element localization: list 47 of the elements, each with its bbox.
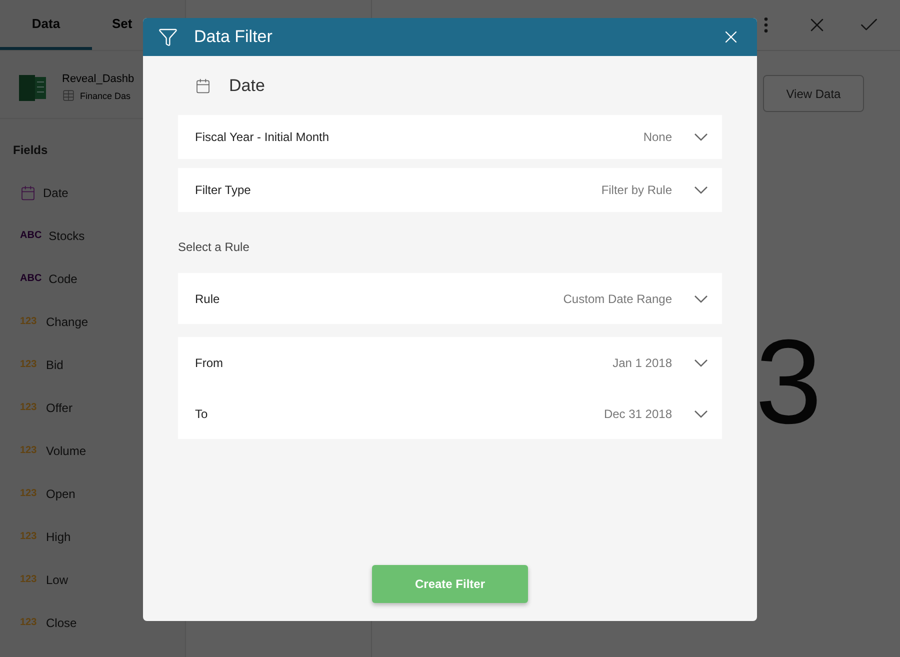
big-value: 3 xyxy=(755,322,822,442)
field-item[interactable]: Change xyxy=(46,314,88,328)
table-icon xyxy=(62,89,75,102)
field-item[interactable]: Close xyxy=(46,616,77,630)
dropdown-row[interactable]: Filter Type Filter by Rule xyxy=(178,168,722,212)
type-label: 123 xyxy=(20,359,38,370)
field-item[interactable]: Volume xyxy=(46,444,86,458)
chevron-down-icon xyxy=(694,410,708,418)
chevron-down-icon xyxy=(694,358,708,366)
calendar-icon xyxy=(20,184,36,200)
fields-heading: Fields xyxy=(12,142,49,159)
source-name: Reveal_Dashb xyxy=(62,73,134,85)
type-label: 123 xyxy=(20,445,38,456)
field-item[interactable]: High xyxy=(46,530,71,544)
field-item[interactable]: Offer xyxy=(46,400,72,414)
type-label: ABC xyxy=(20,230,42,241)
type-label: ABC xyxy=(20,273,42,284)
create-filter-button[interactable]: Create Filter xyxy=(372,565,528,603)
type-label: 123 xyxy=(20,617,38,628)
type-label: 123 xyxy=(20,531,38,542)
dropdown-row[interactable]: To Dec 31 2018 xyxy=(178,388,722,439)
field-item[interactable]: Stocks xyxy=(48,228,85,242)
sheet-name: Finance Das xyxy=(80,90,131,100)
dropdown-row[interactable]: Fiscal Year - Initial Month None xyxy=(178,115,722,159)
dropdown-row[interactable]: Rule Custom Date Range xyxy=(178,273,722,324)
field-item[interactable]: Date xyxy=(43,186,68,200)
type-label: 123 xyxy=(20,316,38,327)
chevron-down-icon xyxy=(694,133,708,141)
view-data-button[interactable]: View Data xyxy=(763,75,864,112)
rule-heading: Select a Rule xyxy=(178,239,250,256)
dialog-title: Data Filter xyxy=(194,27,274,47)
tab[interactable]: Data xyxy=(0,0,92,50)
spreadsheet-icon xyxy=(18,74,48,102)
section-title: Date xyxy=(229,76,265,96)
type-label: 123 xyxy=(20,402,38,413)
dropdown-row[interactable]: From Jan 1 2018 xyxy=(178,337,722,388)
type-label: 123 xyxy=(20,574,38,585)
filter-icon xyxy=(158,27,178,47)
chevron-down-icon xyxy=(694,186,708,194)
calendar-icon xyxy=(195,78,211,94)
field-item[interactable]: Low xyxy=(46,572,68,586)
field-item[interactable]: Open xyxy=(46,486,76,500)
field-item[interactable]: Code xyxy=(48,272,78,286)
type-label: 123 xyxy=(20,488,38,499)
chevron-down-icon xyxy=(694,294,708,302)
field-item[interactable]: Bid xyxy=(46,358,64,372)
tab[interactable]: Set xyxy=(92,0,185,50)
